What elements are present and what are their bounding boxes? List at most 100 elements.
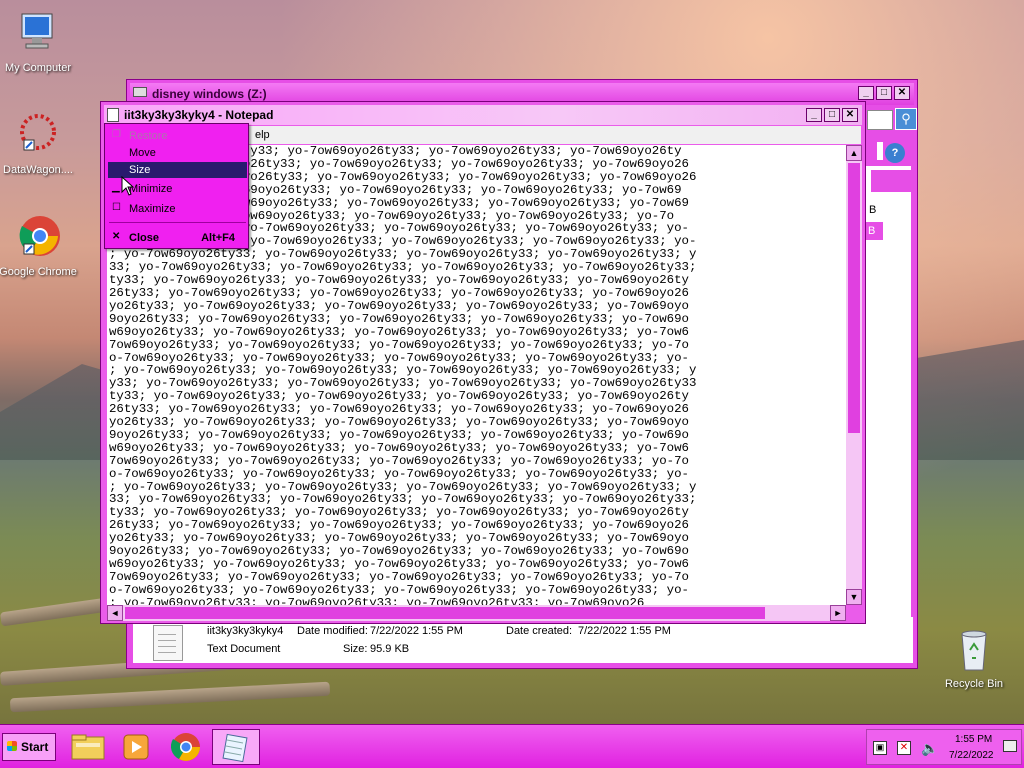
notepad-close-button[interactable]: ✕ <box>842 108 858 122</box>
show-desktop-icon[interactable] <box>1003 740 1017 752</box>
text-document-icon <box>153 625 183 661</box>
text-line: w69oyo26ty33; yo-7ow69oyo26ty33; yo-7ow6… <box>109 324 689 339</box>
text-line: 7ow69oyo26ty33; yo-7ow69oyo26ty33; yo-7o… <box>109 453 689 468</box>
volume-icon[interactable]: 🔈 <box>921 740 938 757</box>
notepad-icon <box>222 733 248 763</box>
taskbar-media-button[interactable] <box>112 729 160 765</box>
horizontal-scroll-thumb[interactable] <box>125 607 765 619</box>
close-icon: ✕ <box>112 231 121 242</box>
taskbar-explorer-button[interactable] <box>64 729 112 765</box>
toolbar-separator <box>877 142 883 160</box>
date-modified-label: Date modified: <box>297 625 368 637</box>
desktop-icon-label: My Computer <box>4 62 72 74</box>
menu-item-label: Maximize <box>129 203 176 215</box>
date-modified-value: 7/22/2022 1:55 PM <box>370 625 463 637</box>
text-line: 9oyo26ty33; yo-7ow69oyo26ty33; yo-7ow69o… <box>109 427 689 442</box>
windows-logo-icon <box>7 741 17 751</box>
text-line: ; yo-7ow69oyo26ty33; yo-7ow69oyo26ty33; … <box>109 595 645 605</box>
menu-item-maximize[interactable]: ☐ Maximize <box>108 201 247 217</box>
menu-item-label: Minimize <box>129 183 173 195</box>
explorer-icon <box>71 734 105 760</box>
menu-item-move[interactable]: Move <box>108 145 247 161</box>
scroll-up-button[interactable]: ▲ <box>846 145 862 161</box>
selected-size-cell-partial: B <box>863 222 883 240</box>
size-cell-partial: B <box>869 204 877 216</box>
notepad-app-icon[interactable] <box>107 108 119 122</box>
taskbar-chrome-button[interactable] <box>162 729 210 765</box>
column-header[interactable] <box>871 170 917 192</box>
notepad-minimize-button[interactable]: _ <box>806 108 822 122</box>
menu-item-shortcut: Alt+F4 <box>201 232 235 244</box>
taskbar-notepad-button[interactable] <box>212 729 260 765</box>
search-input[interactable] <box>867 110 893 130</box>
minimize-icon: ▁ <box>112 182 120 193</box>
menu-item-restore[interactable]: ❐ Restore <box>108 128 247 144</box>
drive-icon <box>133 87 147 97</box>
notepad-maximize-button[interactable]: □ <box>824 108 840 122</box>
desktop-icon-label: DataWagon.... <box>3 164 73 176</box>
vertical-scrollbar[interactable]: ▲ ▼ <box>846 145 862 605</box>
mouse-cursor <box>121 175 135 199</box>
search-icon[interactable]: ⚲ <box>895 108 917 130</box>
menu-item-label: Restore <box>129 130 168 142</box>
maximize-icon: ☐ <box>112 202 121 213</box>
horizontal-scrollbar[interactable]: ◄ ► <box>107 605 846 621</box>
text-line: yo26ty33; yo-7ow69oyo26ty33; yo-7ow69oyo… <box>109 415 689 430</box>
scroll-down-button[interactable]: ▼ <box>846 589 862 605</box>
explorer-close-button[interactable]: ✕ <box>894 86 910 100</box>
start-label: Start <box>21 740 49 754</box>
desktop-icon-recycle-bin[interactable]: Recycle Bin <box>932 626 1016 690</box>
text-line: o-7ow69oyo26ty33; yo-7ow69oyo26ty33; yo-… <box>109 466 689 481</box>
menu-item-close[interactable]: ✕ Close Alt+F4 <box>108 230 247 246</box>
scroll-right-button[interactable]: ► <box>830 605 846 621</box>
restore-icon: ❐ <box>112 129 121 140</box>
menu-item-label: Size <box>129 164 151 176</box>
clock-time[interactable]: 1:55 PM <box>955 734 992 745</box>
text-line: w69oyo26ty33; yo-7ow69oyo26ty33; yo-7ow6… <box>109 557 689 571</box>
text-line: 7ow69oyo26ty33; yo-7ow69oyo26ty33; yo-7o… <box>109 337 689 352</box>
action-center-icon[interactable]: ✕ <box>897 741 911 755</box>
taskbar: Start ▣ ✕ 🔈 1:55 PM 7/22/2022 <box>0 724 1024 768</box>
vertical-scroll-thumb[interactable] <box>848 163 860 433</box>
explorer-maximize-button[interactable]: □ <box>876 86 892 100</box>
datawagon-shortcut-icon <box>14 112 62 160</box>
text-line: o-7ow69oyo26ty33; yo-7ow69oyo26ty33; yo-… <box>109 582 689 597</box>
size-label: Size: <box>343 643 368 655</box>
text-line: 7ow69oyo26ty33; yo-7ow69oyo26ty33; yo-7o… <box>109 569 689 584</box>
start-button[interactable]: Start <box>2 733 56 761</box>
scroll-left-button[interactable]: ◄ <box>107 605 123 621</box>
recycle-bin-icon <box>950 626 998 674</box>
fence-rail <box>9 681 331 713</box>
text-line: 26ty33; yo-7ow69oyo26ty33; yo-7ow69oyo26… <box>109 285 689 300</box>
desktop-icon-google-chrome[interactable]: Google Chrome <box>0 214 80 278</box>
text-line: 9oyo26ty33; yo-7ow69oyo26ty33; yo-7ow69o… <box>109 311 689 326</box>
menu-item-label: Move <box>129 147 156 159</box>
file-name: iit3ky3ky3kyky4 <box>207 625 284 637</box>
menu-help-partial[interactable]: elp <box>255 129 270 141</box>
explorer-minimize-button[interactable]: _ <box>858 86 874 100</box>
text-line: w69oyo26ty33; yo-7ow69oyo26ty33; yo-7ow6… <box>109 440 689 455</box>
menu-item-label: Close <box>129 232 159 244</box>
desktop-icon-datawagon[interactable]: DataWagon.... <box>0 112 80 176</box>
chrome-icon <box>170 733 200 761</box>
notepad-title: iit3ky3ky3kyky4 - Notepad <box>124 108 274 122</box>
computer-icon <box>14 10 62 58</box>
desktop-icon-my-computer[interactable]: My Computer <box>0 10 80 74</box>
notepad-title-bar[interactable]: iit3ky3ky3kyky4 - Notepad _ □ ✕ <box>104 105 862 125</box>
desktop-icon-label: Google Chrome <box>0 266 77 278</box>
menu-separator <box>109 222 246 223</box>
size-value: 95.9 KB <box>370 643 410 655</box>
help-icon[interactable]: ? <box>885 143 905 163</box>
date-created-value: 7/22/2022 1:55 PM <box>578 625 671 637</box>
system-tray: ▣ ✕ 🔈 1:55 PM 7/22/2022 <box>866 729 1022 765</box>
desktop: My Computer DataWagon.... Google Chrome <box>0 0 1024 768</box>
date-created-label: Date created: <box>506 625 573 637</box>
network-icon[interactable]: ▣ <box>873 741 887 755</box>
chrome-shortcut-icon <box>14 214 62 262</box>
clock-date[interactable]: 7/22/2022 <box>949 750 994 761</box>
explorer-title: disney windows (Z:) <box>152 87 267 101</box>
media-player-icon <box>123 734 149 760</box>
desktop-icon-label: Recycle Bin <box>944 678 1004 690</box>
file-type: Text Document <box>207 643 281 655</box>
text-line: yo26ty33; yo-7ow69oyo26ty33; yo-7ow69oyo… <box>109 298 689 313</box>
